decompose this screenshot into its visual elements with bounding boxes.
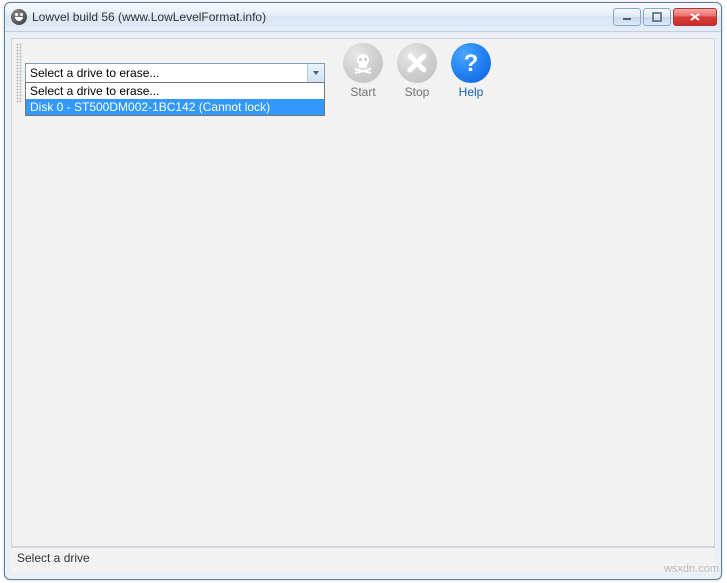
- start-label: Start: [350, 85, 375, 99]
- help-button[interactable]: ? Help: [447, 43, 495, 99]
- titlebar[interactable]: Lowvel build 56 (www.LowLevelFormat.info…: [5, 3, 721, 32]
- drive-select-text: Select a drive to erase...: [26, 66, 307, 80]
- help-label: Help: [459, 85, 484, 99]
- skull-icon: [343, 43, 383, 83]
- toolbar-grip: [16, 43, 22, 103]
- window-controls: [613, 8, 717, 26]
- svg-text:?: ?: [464, 50, 479, 77]
- client-area: Select a drive to erase... Select a driv…: [11, 38, 715, 547]
- dropdown-item[interactable]: Select a drive to erase...: [26, 83, 324, 99]
- app-window: Lowvel build 56 (www.LowLevelFormat.info…: [4, 2, 722, 580]
- maximize-button[interactable]: [643, 8, 671, 26]
- dropdown-item[interactable]: Disk 0 - ST500DM002-1BC142 (Cannot lock): [26, 99, 324, 115]
- drive-select-dropdown[interactable]: Select a drive to erase... Disk 0 - ST50…: [25, 82, 325, 116]
- status-text: Select a drive: [17, 551, 90, 565]
- app-icon: [11, 9, 27, 25]
- question-icon: ?: [451, 43, 491, 83]
- x-icon: [397, 43, 437, 83]
- start-button[interactable]: Start: [339, 43, 387, 99]
- window-title: Lowvel build 56 (www.LowLevelFormat.info…: [32, 10, 613, 24]
- toolbar: Select a drive to erase... Select a driv…: [12, 39, 714, 103]
- stop-label: Stop: [405, 85, 430, 99]
- drive-select-wrapper: Select a drive to erase... Select a driv…: [25, 63, 325, 83]
- drive-select-button[interactable]: [307, 64, 324, 82]
- drive-select[interactable]: Select a drive to erase...: [25, 63, 325, 83]
- chevron-down-icon: [312, 69, 320, 77]
- maximize-icon: [652, 12, 662, 22]
- statusbar: Select a drive: [11, 547, 715, 573]
- minimize-button[interactable]: [613, 8, 641, 26]
- close-button[interactable]: [673, 8, 717, 26]
- action-buttons: Start Stop ? Help: [339, 43, 495, 99]
- minimize-icon: [622, 12, 632, 22]
- close-icon: [689, 12, 701, 22]
- watermark: wsxdn.com: [664, 563, 719, 575]
- stop-button[interactable]: Stop: [393, 43, 441, 99]
